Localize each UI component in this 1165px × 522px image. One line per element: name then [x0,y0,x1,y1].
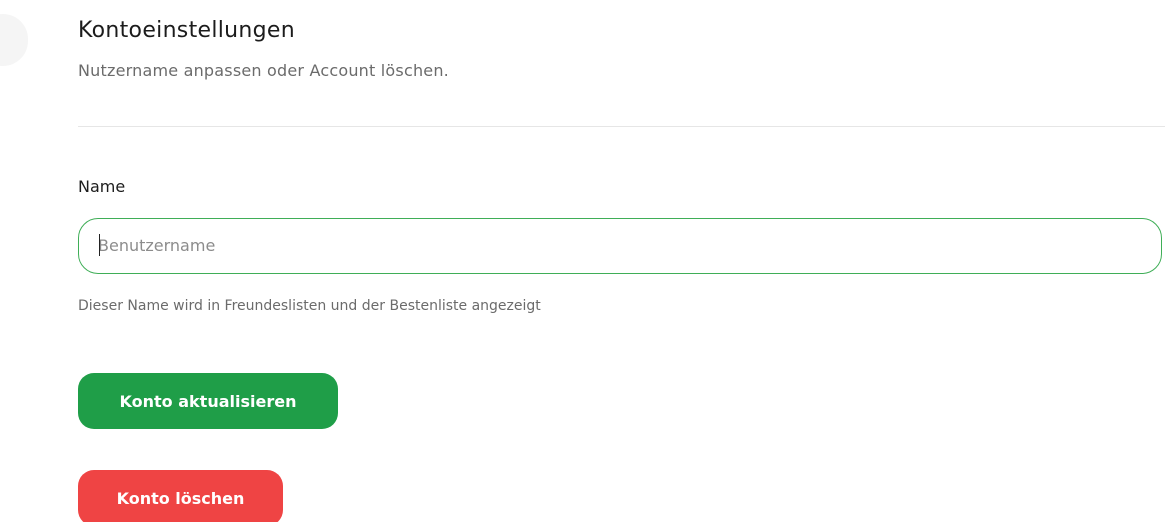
page-title: Kontoeinstellungen [78,18,295,43]
page-subtitle: Nutzername anpassen oder Account löschen… [78,61,449,80]
section-divider [78,126,1165,127]
name-input-wrapper[interactable] [78,218,1162,274]
name-field-label: Name [78,177,126,196]
sidebar-edge [0,14,28,66]
update-account-button[interactable]: Konto aktualisieren [78,373,338,429]
delete-account-button[interactable]: Konto löschen [78,470,283,522]
account-settings-page: Kontoeinstellungen Nutzername anpassen o… [0,0,1165,522]
username-input[interactable] [98,219,1138,272]
text-caret [99,234,100,256]
name-helper-text: Dieser Name wird in Freundeslisten und d… [78,298,541,314]
